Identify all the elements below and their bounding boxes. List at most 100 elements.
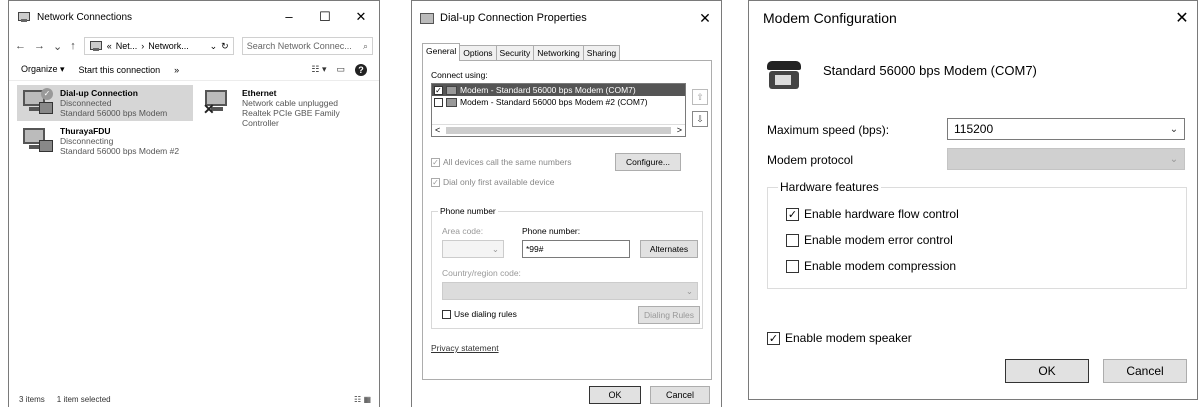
connection-device: Standard 56000 bps Modem [60,108,168,118]
horizontal-scrollbar[interactable]: < > [432,124,685,136]
area-code-dropdown[interactable]: ⌄ [442,240,504,258]
error-control-label: Enable modem error control [804,233,953,247]
alternates-button[interactable]: Alternates [640,240,698,258]
connection-item-thuraya[interactable]: ThurayaFDU Disconnecting Standard 56000 … [17,123,193,159]
item-count: 3 items [19,395,45,404]
chevron-down-icon: ⌄ [685,285,693,296]
cancel-button[interactable]: Cancel [1103,359,1187,383]
list-item[interactable]: ✓ Modem - Standard 56000 bps Modem (COM7… [432,84,685,96]
organize-button[interactable]: Organize ▾ [21,64,65,75]
up-arrow-icon[interactable]: ↑ [70,40,76,52]
recent-dropdown-icon[interactable]: ⌄ [53,40,62,53]
phone-number-group-label: Phone number [438,206,498,216]
breadcrumb-separator: › [141,41,145,51]
compression-row[interactable]: Enable modem compression [786,259,956,273]
maximize-button[interactable]: ☐ [307,1,343,33]
connection-name: ThurayaFDU [60,126,111,136]
move-up-button[interactable]: ⇧ [692,89,708,105]
hardware-flow-control-row[interactable]: ✓ Enable hardware flow control [786,207,959,221]
modem-protocol-dropdown[interactable]: ⌄ [947,148,1185,170]
dial-first-checkbox[interactable]: ✓ [431,177,440,187]
breadcrumb-item[interactable]: Net... [116,41,138,51]
all-devices-label: All devices call the same numbers [443,157,572,167]
hardware-flow-control-checkbox[interactable]: ✓ [786,207,799,221]
window-title: Modem Configuration [763,10,897,26]
more-commands-button[interactable]: » [174,65,179,75]
scroll-left-icon[interactable]: < [435,125,440,136]
dialing-rules-button[interactable]: Dialing Rules [638,306,700,324]
tab-security[interactable]: Security [495,45,535,60]
privacy-statement-link[interactable]: Privacy statement [431,343,499,353]
configure-button[interactable]: Configure... [615,153,681,171]
minimize-button[interactable]: – [271,1,307,33]
start-connection-button[interactable]: Start this connection [79,65,161,75]
search-icon: ⌕ [362,40,368,51]
max-speed-dropdown[interactable]: 115200 ⌄ [947,118,1185,140]
hardware-flow-control-label: Enable hardware flow control [804,207,959,221]
all-devices-checkbox-row[interactable]: ✓ All devices call the same numbers [431,157,572,167]
tab-options[interactable]: Options [459,45,497,60]
close-button[interactable]: ✕ [689,10,721,27]
country-region-dropdown[interactable]: ⌄ [442,282,698,300]
device-checkbox[interactable]: ✓ [434,85,443,95]
breadcrumb[interactable]: « Net... › Network... ⌄ ↻ [83,37,234,55]
phone-number-input[interactable]: *99# [522,240,630,258]
breadcrumb-overflow[interactable]: « [107,41,112,51]
back-arrow-icon[interactable]: ← [15,40,26,52]
use-dialing-rules-checkbox[interactable] [442,309,451,319]
title-bar[interactable]: Dial-up Connection Properties ✕ [412,1,721,35]
help-icon[interactable]: ? [355,63,367,76]
tab-strip: General Options Security Networking Shar… [422,43,621,61]
scroll-thumb[interactable] [446,127,671,134]
tab-sharing[interactable]: Sharing [582,45,621,60]
tab-general[interactable]: General [422,43,461,61]
hardware-features-group: Hardware features ✓ Enable hardware flow… [767,180,1187,289]
connection-name: Dial-up Connection [60,88,138,98]
list-item[interactable]: Modem - Standard 56000 bps Modem #2 (COM… [432,96,685,108]
compression-checkbox[interactable] [786,259,799,273]
selected-count: 1 item selected [56,395,111,404]
search-placeholder: Search Network Connec... [246,41,352,51]
ethernet-icon: ✕ [203,88,237,118]
device-list[interactable]: ✓ Modem - Standard 56000 bps Modem (COM7… [431,83,686,137]
scroll-right-icon[interactable]: > [677,125,682,136]
move-down-button[interactable]: ⇩ [692,111,708,127]
forward-arrow-icon[interactable]: → [34,40,45,52]
preview-pane-button[interactable]: ▭ [336,64,345,76]
modem-speaker-row[interactable]: ✓ Enable modem speaker [767,331,912,345]
breadcrumb-item[interactable]: Network... [148,41,189,51]
connection-item-ethernet[interactable]: ✕ Ethernet Network cable unplugged Realt… [199,85,377,131]
dial-first-label: Dial only first available device [443,177,555,187]
title-bar[interactable]: Network Connections – ☐ ✕ [9,1,379,33]
modem-speaker-checkbox[interactable]: ✓ [767,331,780,345]
use-dialing-rules-row[interactable]: Use dialing rules [442,309,517,319]
chevron-down-icon: ⌄ [1169,153,1179,165]
chevron-down-icon[interactable]: ⌄ [210,41,218,52]
device-checkbox[interactable] [434,97,443,107]
error-control-checkbox[interactable] [786,233,799,247]
dial-first-checkbox-row[interactable]: ✓ Dial only first available device [431,177,555,187]
connection-properties-icon [420,12,434,24]
search-input[interactable]: Search Network Connec... ⌕ [241,37,373,55]
all-devices-checkbox[interactable]: ✓ [431,157,440,167]
error-control-row[interactable]: Enable modem error control [786,233,953,247]
cancel-button[interactable]: Cancel [650,386,710,404]
close-button[interactable]: ✕ [1167,8,1197,28]
modem-icon [21,126,55,156]
tab-networking[interactable]: Networking [533,45,584,60]
close-button[interactable]: ✕ [343,1,379,33]
ok-button[interactable]: OK [1005,359,1089,383]
compression-label: Enable modem compression [804,259,957,273]
phone-number-label: Phone number: [522,226,581,236]
title-bar[interactable]: Modem Configuration ✕ [749,1,1197,35]
change-view-button[interactable]: ☷ ▾ [311,64,326,76]
window-title: Network Connections [37,11,133,23]
use-dialing-rules-label: Use dialing rules [454,309,517,319]
network-icon [89,40,103,52]
connection-item-dialup[interactable]: ✓ Dial-up Connection Disconnected Standa… [17,85,193,121]
command-bar: Organize ▾ Start this connection » ☷ ▾ ▭… [9,59,379,81]
ok-button[interactable]: OK [589,386,641,404]
view-toggle-icons[interactable]: ☷ ▦ [354,395,371,407]
refresh-icon[interactable]: ↻ [221,41,229,52]
connection-status: Network cable unplugged [242,98,338,108]
